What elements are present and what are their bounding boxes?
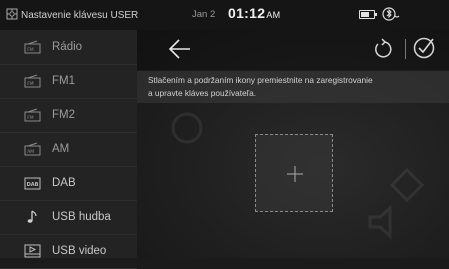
- status-clock: 01:12AM: [228, 5, 280, 21]
- sidebar-item-fm2[interactable]: FM FM2: [0, 98, 137, 133]
- bluetooth-phone-icon: [382, 7, 400, 21]
- back-arrow-icon[interactable]: [167, 36, 193, 62]
- sidebar-item-label: DAB: [52, 177, 76, 189]
- background-decoration-icon: [171, 112, 203, 144]
- reset-icon[interactable]: [372, 37, 394, 59]
- sidebar-item-label: Rádio: [52, 41, 83, 53]
- sidebar-item-dab[interactable]: DAB DAB: [0, 166, 137, 201]
- toolbar: [137, 30, 449, 70]
- sidebar-item-usb-music[interactable]: USB hudba: [0, 200, 137, 235]
- svg-text:DAB: DAB: [27, 182, 39, 188]
- add-user-key-slot[interactable]: [255, 134, 333, 212]
- music-note-icon: [27, 210, 37, 223]
- sidebar-item-label: FM1: [52, 75, 75, 87]
- svg-text:FM: FM: [27, 47, 34, 53]
- sidebar: FM Rádio FM FM1 FM FM2 AM AM DAB DAB USB…: [0, 30, 137, 269]
- instruction-line-1: Stlačením a podržaním ikony premiestnite…: [148, 75, 373, 85]
- sidebar-item-am[interactable]: AM AM: [0, 132, 137, 167]
- plus-icon: [287, 166, 303, 182]
- gear-icon: [6, 8, 18, 20]
- sidebar-item-fm1[interactable]: FM FM1: [0, 64, 137, 99]
- sidebar-item-label: USB video: [52, 245, 107, 257]
- clock-ampm: AM: [266, 10, 281, 20]
- video-icon: [24, 244, 41, 258]
- svg-text:FM: FM: [27, 115, 34, 121]
- sidebar-item-label: USB hudba: [52, 211, 111, 223]
- radio-icon: FM: [24, 40, 41, 54]
- main-panel: Stlačením a podržaním ikony premiestnite…: [137, 30, 449, 258]
- background-decoration-icon: [368, 204, 392, 240]
- screen-title-text: Nastavenie klávesu USER: [21, 10, 139, 21]
- instruction-text: Stlačením a podržaním ikony premiestnite…: [148, 74, 443, 99]
- sidebar-item-radio[interactable]: FM Rádio: [0, 30, 137, 65]
- sidebar-item-label: AM: [52, 143, 70, 155]
- radio-icon: FM: [24, 74, 41, 88]
- status-date: Jan 2: [192, 9, 216, 20]
- clock-time: 01:12: [228, 5, 266, 21]
- sidebar-item-usb-video[interactable]: USB video: [0, 234, 137, 269]
- svg-text:AM: AM: [27, 149, 34, 155]
- svg-text:FM: FM: [27, 81, 34, 87]
- dab-icon: DAB: [24, 177, 41, 190]
- instruction-line-2: a upravte kláves používateľa.: [148, 87, 257, 98]
- toolbar-divider: [405, 39, 406, 59]
- confirm-check-icon[interactable]: [412, 36, 436, 60]
- status-bar: Nastavenie klávesu USER Jan 2 01:12AM: [0, 0, 449, 30]
- radio-icon: FM: [24, 108, 41, 122]
- screen-title: Nastavenie klávesu USER: [6, 8, 138, 21]
- instruction-banner: Stlačením a podržaním ikony premiestnite…: [137, 71, 449, 103]
- radio-icon: AM: [24, 142, 41, 156]
- sidebar-item-label: FM2: [52, 109, 75, 121]
- battery-icon: [359, 10, 377, 19]
